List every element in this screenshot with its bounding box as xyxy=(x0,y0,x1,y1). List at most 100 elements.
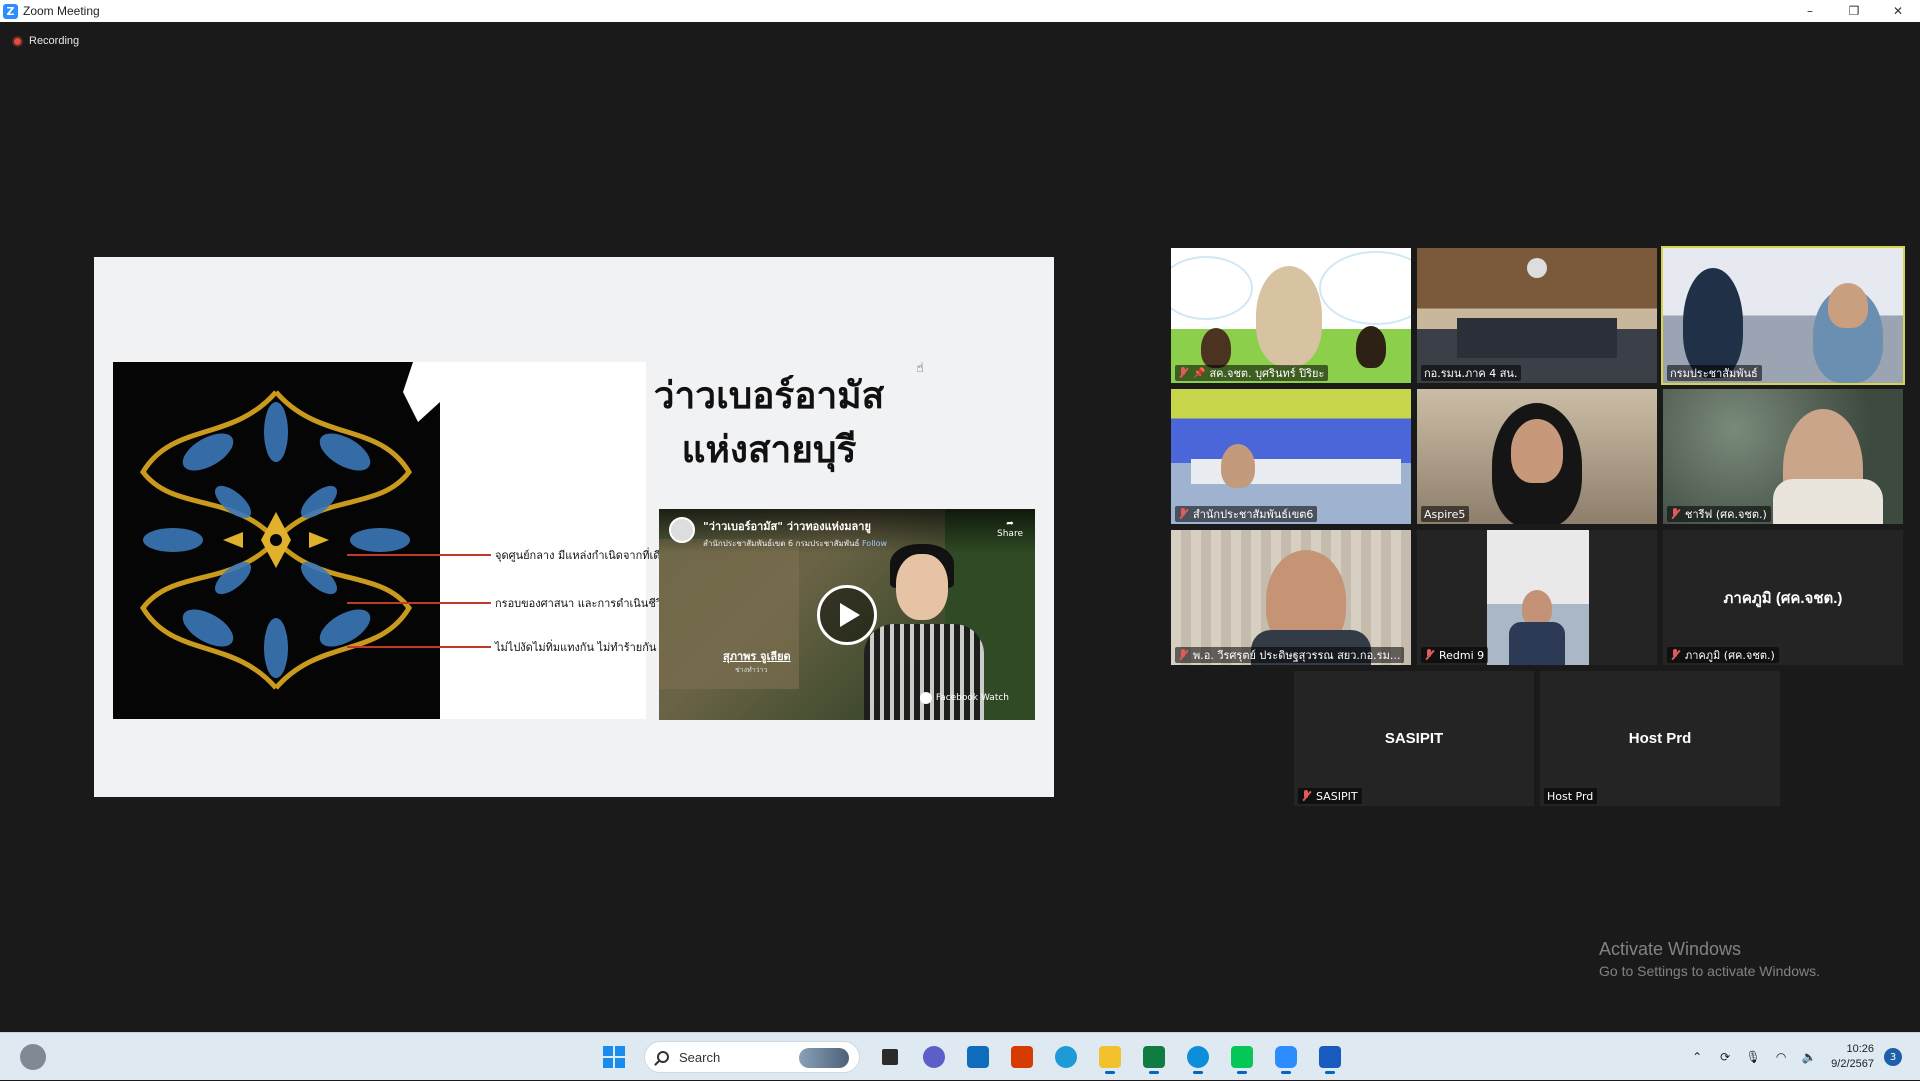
participant-name-label: Aspire5 xyxy=(1421,506,1470,522)
participant-name: Redmi 9 xyxy=(1439,648,1485,662)
facebook-watch-badge: Facebook Watch xyxy=(919,692,1009,704)
play-button[interactable] xyxy=(817,585,877,645)
start-button[interactable] xyxy=(596,1040,632,1074)
mail-icon xyxy=(967,1046,989,1068)
video-caption-sub: ช่างทำว่าว xyxy=(735,666,768,674)
zoom-logo-icon: Z xyxy=(3,3,18,19)
participant-name: กอ.รมน.ภาค 4 สน. xyxy=(1424,367,1518,380)
close-button[interactable]: ✕ xyxy=(1876,0,1920,22)
restore-button[interactable]: ❐ xyxy=(1832,0,1876,22)
participant-tile[interactable]: Aspire5 xyxy=(1417,389,1657,524)
teams-chat-button[interactable] xyxy=(916,1040,952,1074)
volume-icon[interactable]: 🔈 xyxy=(1800,1049,1818,1065)
microphone-icon[interactable]: 🎙 xyxy=(1744,1049,1762,1065)
participant-tile[interactable]: Redmi 9 xyxy=(1417,530,1657,665)
participant-name-label: พ.อ. วีรศรุตย์ ประดิษฐสุวรรณ สยว.กอ.รม..… xyxy=(1175,647,1405,663)
participant-tile[interactable]: พ.อ. วีรศรุตย์ ประดิษฐสุวรรณ สยว.กอ.รม..… xyxy=(1171,530,1411,665)
office-button[interactable] xyxy=(1004,1040,1040,1074)
watermark-line1: Activate Windows xyxy=(1599,939,1742,959)
search-placeholder: Search xyxy=(679,1049,721,1065)
participant-tile[interactable]: Host Prd Host Prd xyxy=(1540,671,1780,806)
participant-name: SASIPIT xyxy=(1316,789,1358,803)
muted-microphone-icon xyxy=(1178,508,1188,520)
onedrive-sync-icon[interactable]: ⟳ xyxy=(1716,1049,1734,1065)
system-tray: ⌃ ⟳ 🎙 ◠ 🔈 10:26 9/2/2567 3 xyxy=(1683,1033,1902,1081)
mail-button[interactable] xyxy=(960,1040,996,1074)
participant-name-label: สำนักประชาสัมพันธ์เขต6 xyxy=(1175,506,1318,522)
taskbar-search[interactable]: Search xyxy=(644,1041,860,1073)
recording-indicator[interactable]: Recording xyxy=(12,35,79,47)
line-icon xyxy=(1231,1046,1253,1068)
recording-dot-icon xyxy=(12,35,23,47)
zoom-button[interactable] xyxy=(1268,1040,1304,1074)
participant-display-name: Host Prd xyxy=(1628,730,1692,747)
edge-button[interactable] xyxy=(1180,1040,1216,1074)
video-caption: สุภาพร จูเลียด xyxy=(723,650,791,663)
participant-tile[interactable]: กอ.รมน.ภาค 4 สน. xyxy=(1417,248,1657,383)
muted-microphone-icon xyxy=(1670,508,1680,520)
window-titlebar: Z Zoom Meeting – ❐ ✕ xyxy=(0,0,1920,22)
participant-name: ชารีฟ (ศค.จชต.) xyxy=(1685,508,1767,521)
activate-windows-watermark: Activate Windows Go to Settings to activ… xyxy=(1599,939,1820,979)
shared-screen[interactable]: จุดศูนย์กลาง มีแหล่งกำเนิดจากที่เดียวกัน… xyxy=(94,257,1054,797)
participant-name-label: SASIPIT xyxy=(1298,788,1362,804)
notification-badge[interactable]: 3 xyxy=(1884,1048,1902,1066)
window-controls: – ❐ ✕ xyxy=(1788,0,1920,22)
wifi-icon[interactable]: ◠ xyxy=(1772,1049,1790,1065)
excel-icon xyxy=(1143,1046,1165,1068)
embedded-video[interactable]: "ว่าวเบอร์อามัส" ว่าวทองแห่งมลายู สำนักป… xyxy=(659,509,1035,720)
bullet-text: กรอบของศาสนา และการดำเนินชีวิต xyxy=(495,597,670,610)
chat-icon xyxy=(923,1046,945,1068)
chevron-up-icon[interactable]: ⌃ xyxy=(1688,1049,1706,1065)
participant-tile[interactable]: กรมประชาสัมพันธ์ xyxy=(1661,246,1905,385)
participant-tile[interactable]: SASIPIT SASIPIT xyxy=(1294,671,1534,806)
file-explorer-button[interactable] xyxy=(1092,1040,1128,1074)
browser-globe-button[interactable] xyxy=(1048,1040,1084,1074)
slide-title-line2: แห่งสายบุรี xyxy=(681,428,857,471)
pointer-line xyxy=(347,602,491,604)
participant-tile[interactable]: ภาคภูมิ (ศค.จชต.) ภาคภูมิ (ศค.จชต.) xyxy=(1663,530,1903,665)
excel-button[interactable] xyxy=(1136,1040,1172,1074)
clock-time: 10:26 xyxy=(1846,1043,1874,1055)
kite-pattern-image xyxy=(113,362,440,719)
participant-tile[interactable]: 📌 สค.จชต. บุศรินทร์ ปิริยะ xyxy=(1171,248,1411,383)
play-icon xyxy=(840,603,860,627)
zoom-icon xyxy=(1275,1046,1297,1068)
windows-logo-icon xyxy=(603,1046,625,1068)
search-icon xyxy=(657,1051,669,1063)
taskbar: Search ⌃ ⟳ 🎙 ◠ 🔈 10:26 9/2/2567 3 xyxy=(0,1032,1920,1080)
participant-tile[interactable]: สำนักประชาสัมพันธ์เขต6 xyxy=(1171,389,1411,524)
window-title: Zoom Meeting xyxy=(23,4,100,18)
word-icon xyxy=(1319,1046,1341,1068)
participant-tile[interactable]: ชารีฟ (ศค.จชต.) xyxy=(1663,389,1903,524)
participant-name: สค.จชต. บุศรินทร์ ปิริยะ xyxy=(1209,367,1325,380)
share-icon: ➦ xyxy=(1006,519,1014,529)
video-title: "ว่าวเบอร์อามัส" ว่าวทองแห่งมลายู xyxy=(703,520,871,533)
search-highlight-image xyxy=(799,1048,849,1068)
follow-link[interactable]: Follow xyxy=(862,539,887,548)
video-header: "ว่าวเบอร์อามัส" ว่าวทองแห่งมลายู สำนักป… xyxy=(659,509,1035,553)
video-background xyxy=(659,539,799,689)
hand-cursor-icon: ☝ xyxy=(916,361,924,376)
word-button[interactable] xyxy=(1312,1040,1348,1074)
participant-name: พ.อ. วีรศรุตย์ ประดิษฐสุวรรณ สยว.กอ.รม..… xyxy=(1193,649,1401,662)
line-button[interactable] xyxy=(1224,1040,1260,1074)
page-avatar xyxy=(669,517,695,543)
widgets-icon[interactable] xyxy=(20,1044,46,1070)
participant-name-label: ชารีฟ (ศค.จชต.) xyxy=(1667,506,1771,522)
muted-microphone-icon xyxy=(1178,367,1188,379)
globe-icon xyxy=(1055,1046,1077,1068)
participant-name-label: กอ.รมน.ภาค 4 สน. xyxy=(1421,365,1522,381)
pointer-line xyxy=(347,646,491,648)
task-view-button[interactable] xyxy=(872,1040,908,1074)
share-button[interactable]: ➦ Share xyxy=(997,519,1023,539)
clock[interactable]: 10:26 9/2/2567 xyxy=(1831,1042,1874,1072)
edge-icon xyxy=(1187,1046,1209,1068)
minimize-button[interactable]: – xyxy=(1788,0,1832,22)
participant-display-name: SASIPIT xyxy=(1384,730,1444,747)
participant-name: Host Prd xyxy=(1547,789,1594,803)
participant-display-name: ภาคภูมิ (ศค.จชต.) xyxy=(1723,589,1843,607)
participant-name: สำนักประชาสัมพันธ์เขต6 xyxy=(1193,508,1314,521)
participant-name: ภาคภูมิ (ศค.จชต.) xyxy=(1685,649,1775,662)
slide-bullet: ไม่ไปงัดไม่ทิ่มแทงกัน ไม่ทำร้ายกัน xyxy=(347,638,656,656)
